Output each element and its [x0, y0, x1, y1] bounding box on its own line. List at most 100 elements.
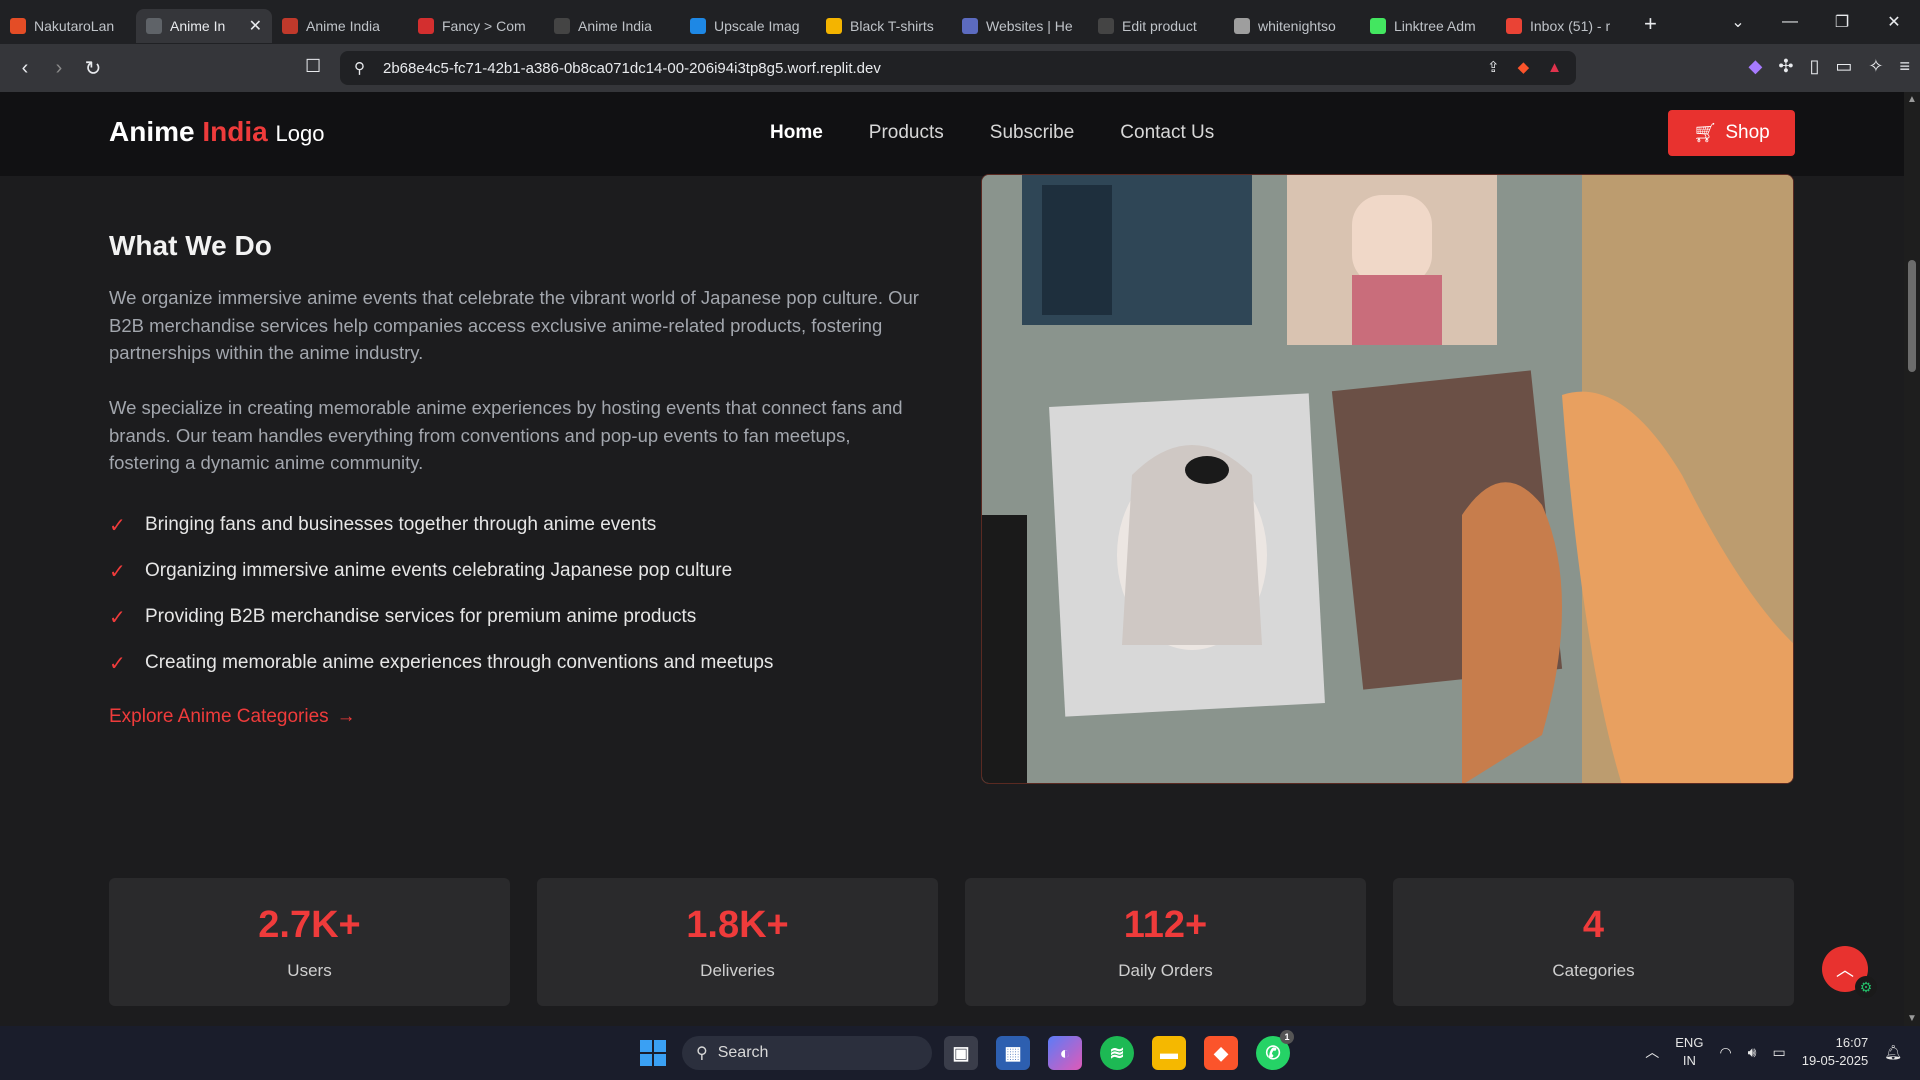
- cart-icon: 🛒︎: [1693, 123, 1718, 144]
- minimize-icon[interactable]: —: [1764, 13, 1816, 31]
- search-icon: ⚲: [696, 1045, 708, 1062]
- wifi-icon[interactable]: ◠: [1719, 1044, 1731, 1061]
- brave-shields-icon[interactable]: ◆: [1518, 58, 1530, 76]
- nav-subscribe[interactable]: Subscribe: [990, 122, 1075, 144]
- arrow-right-icon: →: [336, 706, 356, 727]
- notification-bell-icon[interactable]: 🔔︎: [1884, 1044, 1902, 1061]
- time-text: 16:07: [1835, 1035, 1869, 1050]
- web-page: Anime India Logo Home Products Subscribe…: [0, 92, 1904, 1026]
- tab-title: Inbox (51) - r: [1530, 18, 1611, 34]
- fancy-icon: [418, 18, 434, 34]
- leo-icon[interactable]: ◆: [1749, 56, 1763, 77]
- wallet-icon[interactable]: ▭: [1835, 56, 1852, 77]
- websites-icon: [962, 18, 978, 34]
- windows-taskbar: ⚲ Search ▣ ▦ ◐ ≋ ▬ ◆ ✆ 1 ︿ ENG IN ◠ 🔊︎ ▭…: [0, 1026, 1920, 1080]
- omnibox-actions: ⇪ ◆ ▲: [1487, 58, 1562, 77]
- tab-title: Anime In: [170, 18, 226, 34]
- url-text: 2b68e4c5-fc71-42b1-a386-0b8ca071dc14-00-…: [383, 59, 881, 77]
- stat-card-users: 2.7K+ Users: [109, 878, 510, 1006]
- browser-tab[interactable]: Linktree Adm: [1360, 9, 1496, 43]
- whatsapp-icon[interactable]: ✆ 1: [1256, 1030, 1294, 1070]
- windows-start-icon[interactable]: [640, 1040, 666, 1066]
- file-explorer-icon[interactable]: ▬: [1152, 1036, 1186, 1070]
- microsoft-store-icon[interactable]: ▦: [996, 1036, 1030, 1070]
- copilot-icon[interactable]: ◐: [1048, 1036, 1082, 1070]
- site-logo[interactable]: Anime India Logo: [109, 116, 324, 148]
- reload-icon[interactable]: ↻: [76, 56, 110, 81]
- tab-title: Anime India: [306, 18, 380, 34]
- forward-icon[interactable]: ›: [42, 57, 76, 80]
- browser-tab[interactable]: Anime In ✕: [136, 9, 272, 43]
- anime-photos-illustration: [982, 175, 1793, 783]
- feature-text: Providing B2B merchandise services for p…: [145, 606, 697, 627]
- browser-tab[interactable]: NakutaroLan: [0, 9, 136, 43]
- feature-text: Bringing fans and businesses together th…: [145, 514, 657, 535]
- about-paragraph-1: We organize immersive anime events that …: [109, 287, 919, 363]
- close-tab-icon[interactable]: ✕: [249, 16, 262, 36]
- stat-value: 4: [1582, 903, 1605, 946]
- gear-icon[interactable]: ⚙: [1855, 976, 1877, 998]
- browser-tab[interactable]: Anime India: [272, 9, 408, 43]
- scrollbar-thumb[interactable]: [1908, 260, 1916, 372]
- volume-icon[interactable]: 🔊︎: [1748, 1044, 1757, 1061]
- browser-tab[interactable]: Inbox (51) - r: [1496, 9, 1632, 43]
- address-bar[interactable]: ⚲ 2b68e4c5-fc71-42b1-a386-0b8ca071dc14-0…: [340, 51, 1576, 85]
- browser-tab[interactable]: Upscale Imag: [680, 9, 816, 43]
- tab-title: NakutaroLan: [34, 18, 115, 34]
- ai-icon[interactable]: ✧: [1868, 56, 1883, 77]
- page-scrollbar[interactable]: ▲ ▼: [1904, 92, 1920, 1026]
- spotify-icon[interactable]: ≋: [1100, 1036, 1134, 1070]
- menu-icon[interactable]: ≡: [1899, 56, 1910, 77]
- browser-tab[interactable]: whitenightso: [1224, 9, 1360, 43]
- browser-tab[interactable]: Edit product: [1088, 9, 1224, 43]
- site-settings-icon[interactable]: ⚲: [354, 59, 365, 77]
- language-indicator[interactable]: ENG IN: [1675, 1034, 1703, 1070]
- bank-icon: [1234, 18, 1250, 34]
- brave-browser-icon[interactable]: ◆: [1204, 1036, 1238, 1070]
- brave-rewards-icon[interactable]: ▲: [1547, 59, 1562, 76]
- new-tab-button[interactable]: +: [1632, 11, 1669, 37]
- stat-card-deliveries: 1.8K+ Deliveries: [537, 878, 938, 1006]
- check-icon: ✓: [109, 606, 126, 629]
- taskbar-search[interactable]: ⚲ Search: [682, 1036, 932, 1070]
- task-view-icon[interactable]: ▣: [944, 1036, 978, 1070]
- section-title: What We Do: [109, 230, 272, 261]
- tab-list: NakutaroLan Anime In ✕ Anime India Fancy > C…: [0, 1, 1632, 43]
- nav-products[interactable]: Products: [869, 122, 944, 144]
- nav-home[interactable]: Home: [770, 122, 823, 144]
- nav-contact-us[interactable]: Contact Us: [1120, 122, 1214, 144]
- browser-tab[interactable]: Anime India: [544, 9, 680, 43]
- tab-search-icon[interactable]: ⌄: [1712, 12, 1764, 32]
- tab-title: whitenightso: [1258, 18, 1336, 34]
- chevron-up-icon[interactable]: ︿: [1645, 1042, 1659, 1062]
- battery-icon[interactable]: ▭: [1772, 1044, 1785, 1061]
- restore-icon[interactable]: ❐: [1816, 12, 1868, 32]
- browser-tab[interactable]: Websites | He: [952, 9, 1088, 43]
- tab-title: Black T-shirts: [850, 18, 934, 34]
- check-icon: ✓: [109, 560, 126, 583]
- clock[interactable]: 16:07 19-05-2025: [1802, 1034, 1869, 1070]
- scroll-up-arrow-icon[interactable]: ▲: [1907, 94, 1917, 105]
- tab-title: Websites | He: [986, 18, 1073, 34]
- back-icon[interactable]: ‹: [8, 57, 42, 80]
- lang-line1: ENG: [1675, 1035, 1704, 1050]
- system-tray: ︿ ENG IN ◠ 🔊︎ ▭ 16:07 19-05-2025 🔔︎: [1645, 1034, 1902, 1070]
- stat-value: 1.8K+: [686, 903, 789, 946]
- explore-label: Explore Anime Categories: [109, 706, 329, 727]
- check-icon: ✓: [109, 652, 126, 675]
- sidebar-icon[interactable]: ▯: [1809, 56, 1819, 77]
- explore-categories-link[interactable]: Explore Anime Categories →: [109, 706, 356, 728]
- share-icon[interactable]: ⇪: [1487, 58, 1500, 76]
- logo-text-logo: Logo: [275, 121, 325, 146]
- close-window-icon[interactable]: ✕: [1868, 12, 1920, 32]
- linktree-icon: [1370, 18, 1386, 34]
- scroll-down-arrow-icon[interactable]: ▼: [1907, 1013, 1917, 1024]
- browser-tab[interactable]: Fancy > Com: [408, 9, 544, 43]
- shop-button[interactable]: 🛒︎ Shop: [1668, 110, 1795, 156]
- tab-title: Upscale Imag: [714, 18, 800, 34]
- extensions-icon[interactable]: ✣: [1778, 56, 1793, 77]
- bookmark-icon[interactable]: ☐: [305, 56, 321, 77]
- browser-tab[interactable]: Black T-shirts: [816, 9, 952, 43]
- notification-badge: 1: [1280, 1030, 1294, 1044]
- lang-line2: IN: [1682, 1053, 1696, 1068]
